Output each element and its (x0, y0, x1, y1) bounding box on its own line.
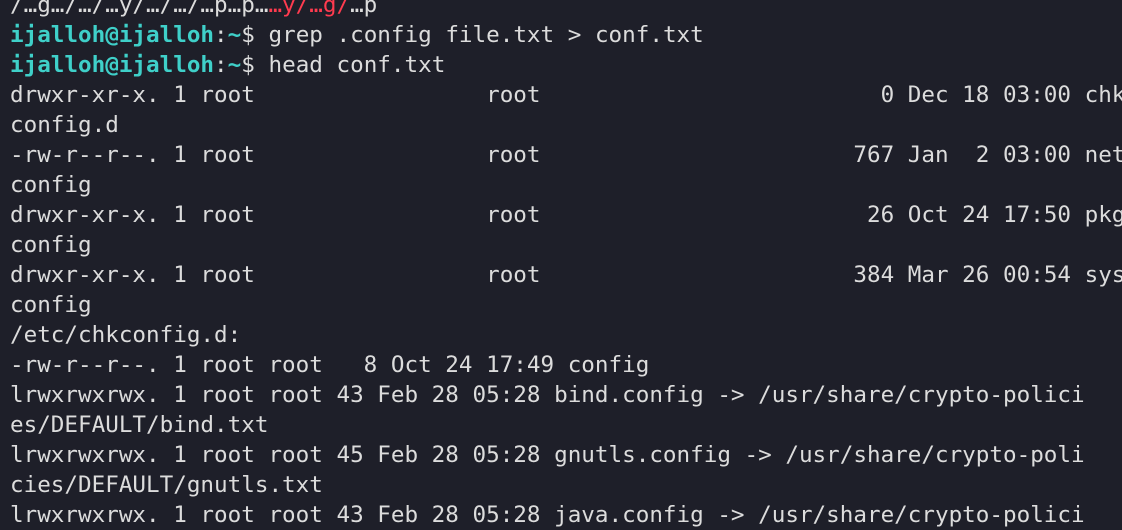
prompt-colon: : (214, 52, 228, 78)
prompt-line: ijalloh@ijalloh:~$ grep .config file.txt… (10, 20, 1122, 50)
prompt-user-host: ijalloh@ijalloh (10, 52, 215, 78)
output-line: drwxr-xr-x. 1 root root 384 Mar 26 00:54… (10, 262, 1122, 288)
output-line: drwxr-xr-x. 1 root root 0 Dec 18 03:00 c… (10, 82, 1122, 108)
prompt-colon: : (214, 22, 228, 48)
prompt-path: ~ (227, 22, 242, 48)
command-text: grep .config file.txt > conf.txt (268, 22, 704, 48)
output-line: -rw-r--r--. 1 root root 8 Oct 24 17:49 c… (10, 352, 650, 378)
output-line: config (10, 232, 92, 258)
output-line: lrwxrwxrwx. 1 root root 45 Feb 28 05:28 … (10, 442, 1085, 468)
output-line: lrwxrwxrwx. 1 root root 43 Feb 28 05:28 … (10, 502, 1085, 528)
partial-top-text: /…g…/…/…y/…/…/…p…p… (10, 0, 269, 18)
output-line: /etc/chkconfig.d: (10, 322, 242, 348)
output-line: -rw-r--r--. 1 root root 767 Jan 2 03:00 … (10, 142, 1122, 168)
terminal-window[interactable]: /…g…/…/…y/…/…/…p…p……y/…g/…p ijalloh@ijal… (10, 0, 1122, 528)
partial-top-suffix: …p (350, 0, 378, 18)
output-line: drwxr-xr-x. 1 root root 26 Oct 24 17:50 … (10, 202, 1122, 228)
output-line: lrwxrwxrwx. 1 root root 43 Feb 28 05:28 … (10, 382, 1085, 408)
prompt-path: ~ (227, 52, 242, 78)
prompt-symbol: $ (241, 52, 269, 78)
prompt-user-host: ijalloh@ijalloh (10, 22, 215, 48)
prompt-line: ijalloh@ijalloh:~$ head conf.txt (10, 50, 1122, 80)
prompt-symbol: $ (241, 22, 269, 48)
command-text: head conf.txt (268, 52, 446, 78)
partial-top-red-text: …y/…g/ (268, 0, 351, 18)
output-line: config (10, 292, 92, 318)
output-line: es/DEFAULT/bind.txt (10, 412, 269, 438)
output-line: config (10, 172, 92, 198)
partial-top-line: /…g…/…/…y/…/…/…p…p……y/…g/…p (10, 0, 1122, 20)
output-line: cies/DEFAULT/gnutls.txt (10, 472, 323, 498)
output-line: config.d (10, 112, 119, 138)
